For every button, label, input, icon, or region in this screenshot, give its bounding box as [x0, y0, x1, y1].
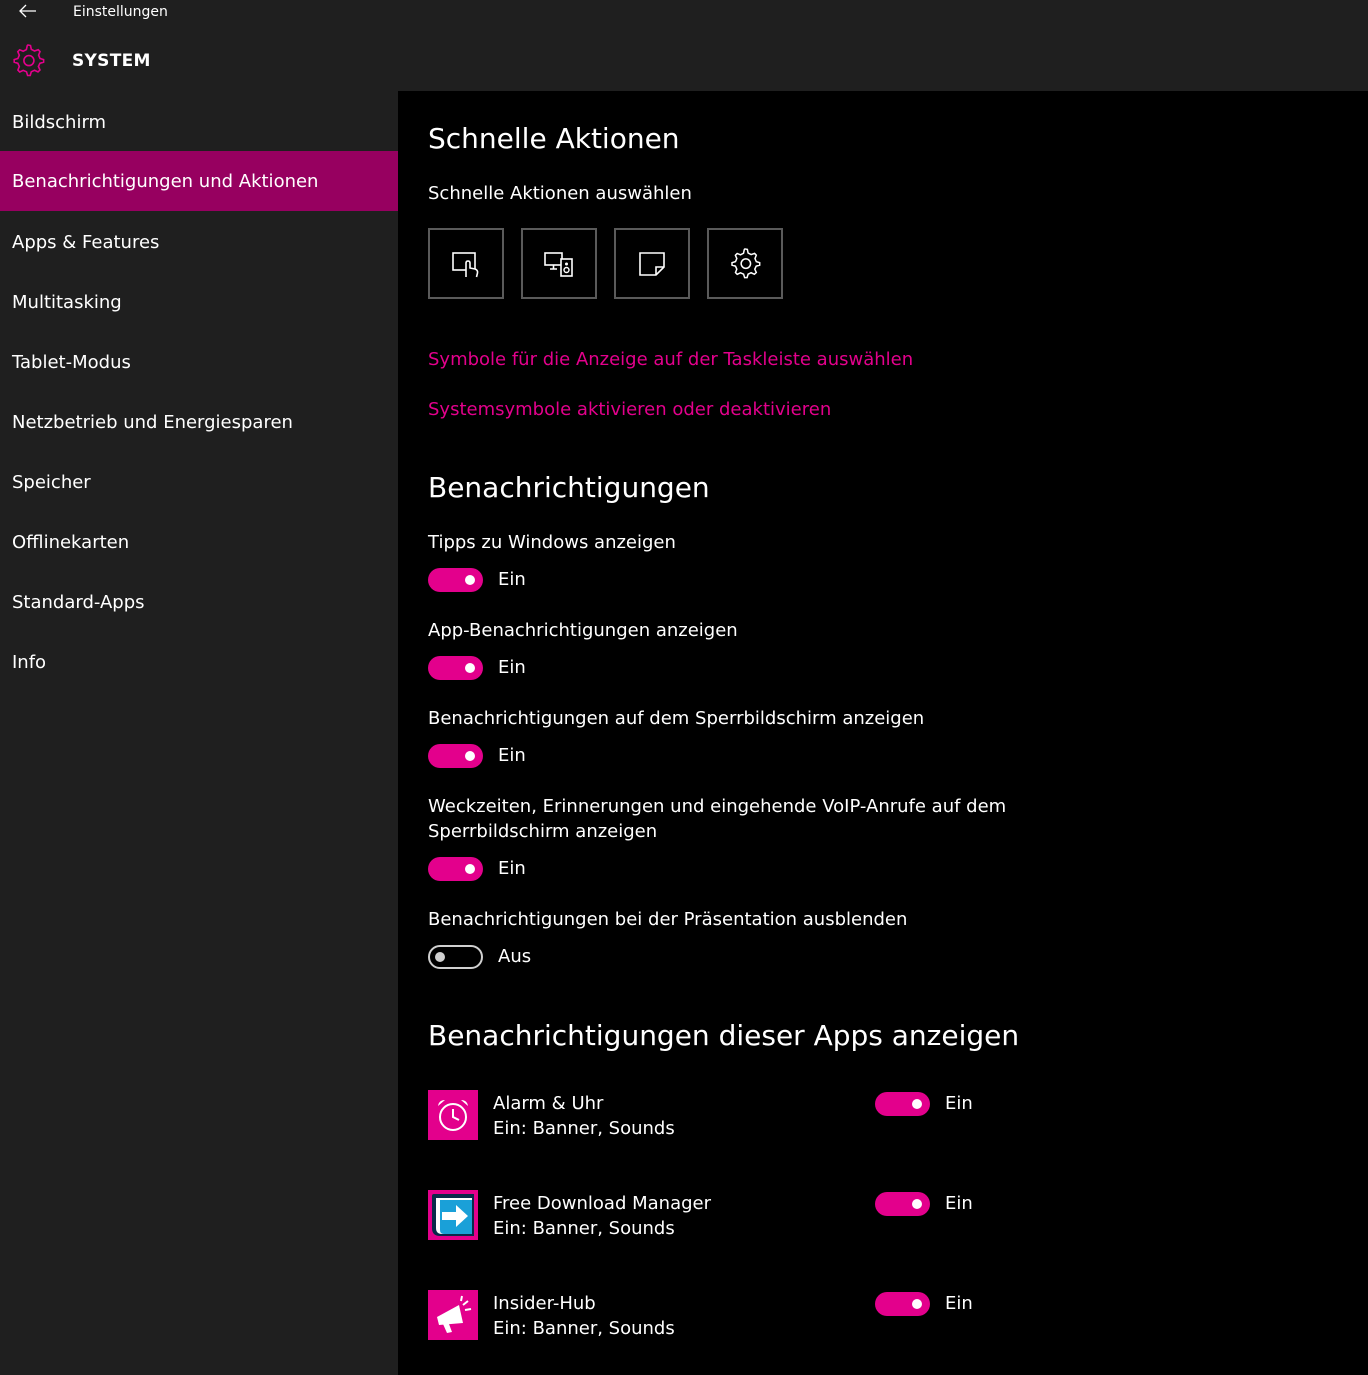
- alarm-clock-glyph: [438, 1100, 468, 1131]
- toggle-knob: [912, 1199, 922, 1209]
- sidebar-item-multitasking[interactable]: Multitasking: [0, 272, 398, 332]
- sidebar-item-netzbetrieb[interactable]: Netzbetrieb und Energiesparen: [0, 392, 398, 452]
- quick-actions-subheading: Schnelle Aktionen auswählen: [428, 183, 692, 204]
- back-arrow-icon: [19, 4, 36, 18]
- tablet-mode-icon: [452, 251, 479, 277]
- toggle-knob: [465, 575, 475, 585]
- setting-label-alarms-voip-line2: Sperrbildschirm anzeigen: [428, 821, 658, 842]
- setting-label-alarms-voip: Weckzeiten, Erinnerungen und eingehende …: [428, 796, 1007, 817]
- gear-icon: [731, 247, 761, 278]
- download-manager-glyph: [432, 1194, 474, 1236]
- toggle-app-notifications[interactable]: [428, 656, 483, 680]
- toggle-knob: [912, 1299, 922, 1309]
- toggle-app-alarm[interactable]: [875, 1092, 930, 1116]
- toggle-presentation[interactable]: [428, 945, 483, 969]
- app-title: Einstellungen: [73, 4, 168, 20]
- note-icon: [639, 251, 665, 276]
- sidebar-item-offlinekarten[interactable]: Offlinekarten: [0, 512, 398, 572]
- quick-action-tile-project[interactable]: [521, 228, 597, 299]
- toggle-state-app-alarm: Ein: [945, 1093, 973, 1114]
- section-title: SYSTEM: [72, 51, 151, 71]
- toggle-state-lockscreen: Ein: [498, 745, 526, 766]
- megaphone-icon: [428, 1290, 478, 1340]
- toggle-app-fdm[interactable]: [875, 1192, 930, 1216]
- toggle-knob: [465, 663, 475, 673]
- toggle-tips[interactable]: [428, 568, 483, 592]
- setting-label-tips: Tipps zu Windows anzeigen: [428, 532, 676, 553]
- toggle-state-alarms-voip: Ein: [498, 858, 526, 879]
- download-manager-icon: [428, 1190, 478, 1240]
- toggle-app-insider[interactable]: [875, 1292, 930, 1316]
- setting-label-presentation: Benachrichtigungen bei der Präsentation …: [428, 909, 908, 930]
- toggle-knob: [435, 952, 445, 962]
- app-sub-insider: Ein: Banner, Sounds: [493, 1318, 675, 1339]
- toggle-state-app-notifications: Ein: [498, 657, 526, 678]
- toggle-alarms-voip[interactable]: [428, 857, 483, 881]
- apps-heading: Benachrichtigungen dieser Apps anzeigen: [428, 1019, 1020, 1052]
- toggle-state-tips: Ein: [498, 569, 526, 590]
- setting-label-app-notifications: App-Benachrichtigungen anzeigen: [428, 620, 738, 641]
- quick-action-tile-settings[interactable]: [707, 228, 783, 299]
- sidebar-item-tablet-modus[interactable]: Tablet-Modus: [0, 332, 398, 392]
- sidebar-item-apps-features[interactable]: Apps & Features: [0, 212, 398, 272]
- app-name-fdm: Free Download Manager: [493, 1193, 712, 1214]
- app-name-alarm: Alarm & Uhr: [493, 1093, 604, 1114]
- app-name-insider: Insider-Hub: [493, 1293, 596, 1314]
- toggle-knob: [465, 864, 475, 874]
- project-icon: [544, 251, 573, 277]
- toggle-knob: [912, 1099, 922, 1109]
- content-area: Schnelle Aktionen Schnelle Aktionen ausw…: [398, 91, 1368, 1375]
- toggle-lockscreen[interactable]: [428, 744, 483, 768]
- quick-action-tile-note[interactable]: [614, 228, 690, 299]
- toggle-knob: [465, 751, 475, 761]
- sidebar-item-standard-apps[interactable]: Standard-Apps: [0, 572, 398, 632]
- megaphone-glyph: [437, 1295, 472, 1333]
- sidebar-item-benachrichtigungen[interactable]: Benachrichtigungen und Aktionen: [0, 151, 398, 211]
- setting-label-lockscreen: Benachrichtigungen auf dem Sperrbildschi…: [428, 708, 925, 729]
- sidebar-item-info[interactable]: Info: [0, 632, 398, 692]
- quick-actions-heading: Schnelle Aktionen: [428, 122, 680, 155]
- toggle-state-app-insider: Ein: [945, 1293, 973, 1314]
- toggle-state-app-fdm: Ein: [945, 1193, 973, 1214]
- alarm-clock-icon: [428, 1090, 478, 1140]
- taskbar-icons-link[interactable]: Symbole für die Anzeige auf der Taskleis…: [428, 347, 913, 372]
- back-button[interactable]: [14, 0, 42, 22]
- system-icons-link[interactable]: Systemsymbole aktivieren oder deaktivier…: [428, 397, 831, 422]
- system-gear-icon: [13, 44, 45, 77]
- sidebar: Bildschirm Benachrichtigungen und Aktion…: [0, 91, 398, 1375]
- sidebar-item-speicher[interactable]: Speicher: [0, 452, 398, 512]
- notifications-heading: Benachrichtigungen: [428, 471, 710, 504]
- app-sub-alarm: Ein: Banner, Sounds: [493, 1118, 675, 1139]
- toggle-state-presentation: Aus: [498, 946, 532, 967]
- title-bar: Einstellungen SYSTEM: [0, 0, 1368, 91]
- quick-action-tile-tablet-mode[interactable]: [428, 228, 504, 299]
- sidebar-item-bildschirm[interactable]: Bildschirm: [0, 92, 398, 152]
- app-sub-fdm: Ein: Banner, Sounds: [493, 1218, 675, 1239]
